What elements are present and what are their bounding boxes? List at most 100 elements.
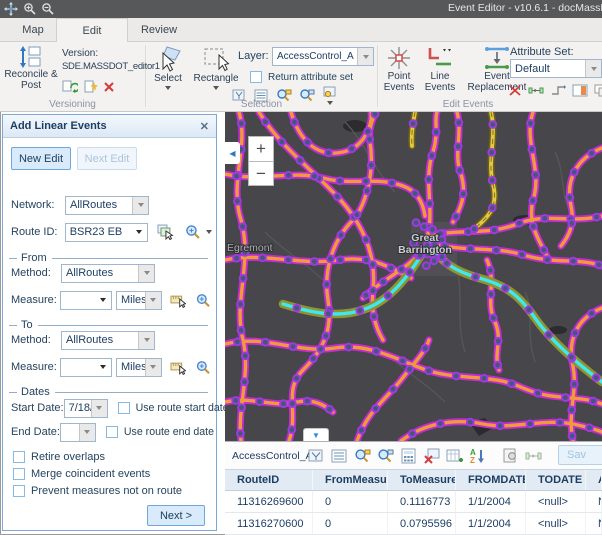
highlight-selection-icon (322, 86, 337, 99)
collapse-table-button[interactable]: ▼ (303, 428, 329, 441)
table-show-selected-icon[interactable] (331, 448, 348, 464)
network-value: AllRoutes (66, 199, 132, 211)
map-view[interactable]: Egremont Great Barrington ◀ + − ▼ (225, 112, 602, 441)
network-select[interactable]: AllRoutes (65, 196, 149, 215)
close-icon[interactable]: ✕ (200, 120, 209, 133)
table-select-features-icon[interactable] (308, 448, 325, 464)
reconcile-post-label: Reconcile & Post (4, 69, 58, 91)
group-label-edit-events: Edit Events (378, 99, 558, 110)
from-method-select[interactable]: AllRoutes (61, 264, 155, 283)
table-calculate-icon[interactable] (400, 448, 417, 464)
table-report-icon[interactable] (502, 448, 519, 464)
table-measure-handles-icon[interactable] (525, 448, 542, 464)
start-date-caret-icon[interactable] (91, 400, 107, 417)
use-route-start-checkbox[interactable] (118, 402, 130, 414)
zoom-out-icon[interactable] (41, 2, 55, 16)
from-zoom-icon[interactable] (196, 293, 212, 308)
pan-icon[interactable] (4, 2, 18, 16)
return-attribute-set-checkbox[interactable] (250, 71, 262, 83)
to-measure-on-map-icon[interactable] (170, 360, 187, 375)
zoom-in-icon[interactable] (23, 2, 37, 16)
table-sort-icon[interactable]: A Z (469, 448, 486, 464)
layer-label: Layer: (238, 50, 269, 62)
point-events-button[interactable]: Point Events (380, 45, 418, 93)
tab-edit[interactable]: Edit (56, 18, 128, 43)
copy-attributes-icon[interactable] (594, 84, 602, 97)
town-label-egremont: Egremont (227, 242, 273, 254)
table-clear-selection-icon[interactable] (423, 448, 440, 464)
column-header[interactable]: AC (586, 470, 602, 490)
layer-select[interactable]: AccessControl_A (272, 47, 374, 66)
table-row[interactable]: 11316270600 0 0.0795596 1/1/2004 <null> … (225, 513, 602, 535)
column-header[interactable]: RouteID (225, 470, 313, 490)
return-attribute-set-label: Return attribute set (268, 72, 353, 83)
column-header[interactable]: TODATE (526, 470, 586, 490)
to-measure-input[interactable] (60, 358, 112, 377)
end-date-input[interactable] (60, 423, 96, 442)
prevent-measures-checkbox[interactable] (13, 485, 25, 497)
line-events-button[interactable]: Line Events (420, 45, 460, 93)
to-units-select[interactable]: Miles (116, 358, 162, 377)
attribute-set-caret-icon[interactable] (585, 60, 601, 77)
reconcile-post-button[interactable]: Reconcile & Post (4, 45, 58, 91)
merge-coincident-checkbox[interactable] (13, 468, 25, 480)
start-date-value: 7/18/ (65, 402, 91, 414)
tab-map[interactable]: Map (10, 18, 56, 42)
next-button[interactable]: Next > (147, 505, 205, 526)
table-row[interactable]: 11316269600 0 0.1116773 1/1/2004 <null> … (225, 491, 602, 513)
retire-overlaps-label: Retire overlaps (31, 451, 105, 463)
group-label-selection: Selection (146, 99, 377, 110)
refresh-version-icon[interactable] (62, 79, 78, 94)
map-zoom-in-button[interactable]: + (248, 136, 274, 161)
new-version-icon[interactable] (83, 79, 98, 94)
attribute-panel-icon[interactable] (572, 84, 588, 97)
table-zoom-selected-icon[interactable] (354, 448, 371, 464)
table-layer-name[interactable]: AccessControl_A (232, 450, 308, 462)
group-label-versioning: Versioning (0, 99, 145, 110)
column-header[interactable]: FROMDATE (456, 470, 526, 490)
panel-title: Add Linear Events (10, 120, 107, 132)
rectangle-select-button[interactable]: Rectangle (190, 45, 242, 90)
column-header[interactable]: FromMeasure (313, 470, 388, 490)
end-date-caret-icon[interactable] (79, 424, 95, 441)
to-measure-caret-icon[interactable] (95, 359, 111, 376)
map-zoom-out-button[interactable]: − (248, 161, 274, 186)
route-id-select[interactable]: BSR23 EB (65, 223, 149, 242)
from-measure-input[interactable] (60, 291, 112, 310)
table-add-row-icon[interactable] (446, 448, 463, 464)
to-method-select[interactable]: AllRoutes (61, 331, 155, 350)
use-route-end-checkbox[interactable] (106, 426, 118, 438)
column-header[interactable]: ToMeasure (388, 470, 456, 490)
layer-select-caret-icon[interactable] (357, 48, 373, 65)
delete-version-icon[interactable] (103, 81, 115, 93)
tab-review[interactable]: Review (128, 18, 190, 42)
select-button[interactable]: Select (150, 45, 186, 90)
select-route-on-map-icon[interactable] (157, 224, 174, 240)
table-cell: <null> (526, 513, 586, 534)
table-cell: 0.0795596 (388, 513, 456, 534)
from-measure-on-map-icon[interactable] (170, 293, 187, 308)
route-id-label: Route ID: (11, 226, 65, 238)
attribute-set-value: Default (511, 63, 585, 75)
prevent-measures-label: Prevent measures not on route (31, 485, 182, 497)
to-zoom-icon[interactable] (196, 360, 212, 375)
retire-event-icon[interactable] (550, 84, 566, 97)
table-pan-selected-icon[interactable] (377, 448, 394, 464)
retire-overlaps-checkbox[interactable] (13, 451, 25, 463)
table-header-row: RouteID FromMeasure ToMeasure FROMDATE T… (225, 469, 602, 491)
panel-header: Add Linear Events ✕ (3, 115, 216, 138)
from-units-select[interactable]: Miles (116, 291, 162, 310)
zoom-to-route-icon[interactable] (185, 224, 202, 240)
measure-handles-icon[interactable] (528, 84, 544, 97)
zoom-options-caret-icon[interactable] (206, 230, 212, 234)
attribute-set-select[interactable]: Default (510, 59, 602, 78)
route-id-caret-icon[interactable] (131, 224, 147, 241)
rectangle-label: Rectangle (193, 73, 238, 84)
from-measure-caret-icon[interactable] (95, 292, 111, 309)
new-edit-button[interactable]: New Edit (11, 147, 71, 170)
rectangle-caret-icon[interactable] (213, 86, 219, 90)
start-date-input[interactable]: 7/18/ (64, 399, 108, 418)
collapse-panel-button[interactable]: ◀ (225, 142, 240, 164)
split-event-icon[interactable] (508, 84, 522, 97)
select-caret-icon[interactable] (165, 86, 171, 90)
